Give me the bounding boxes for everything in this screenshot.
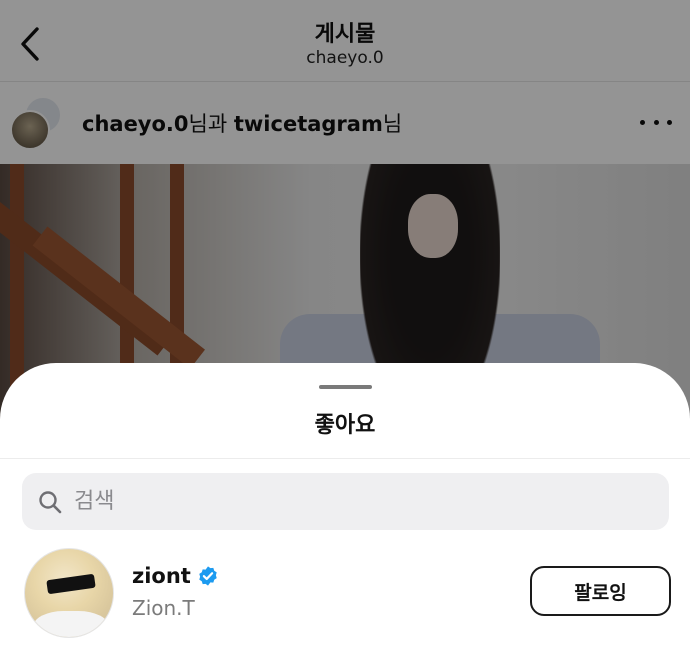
divider [0,458,690,459]
sheet-title: 좋아요 [314,413,376,438]
following-button[interactable]: 팔로잉 [530,566,671,616]
search-input[interactable] [74,481,634,522]
search-icon [39,490,62,513]
verified-badge-icon [199,566,217,586]
likes-sheet: 좋아요 ziont Zion.T 팔로잉 [0,363,690,650]
avatar[interactable] [24,548,114,638]
user-full-name: Zion.T [132,596,195,620]
list-item[interactable]: ziont Zion.T 팔로잉 [0,546,690,638]
search-bar[interactable] [22,473,669,530]
sheet-drag-handle[interactable] [319,385,372,389]
username[interactable]: ziont [132,564,219,588]
username-text: ziont [132,564,191,588]
